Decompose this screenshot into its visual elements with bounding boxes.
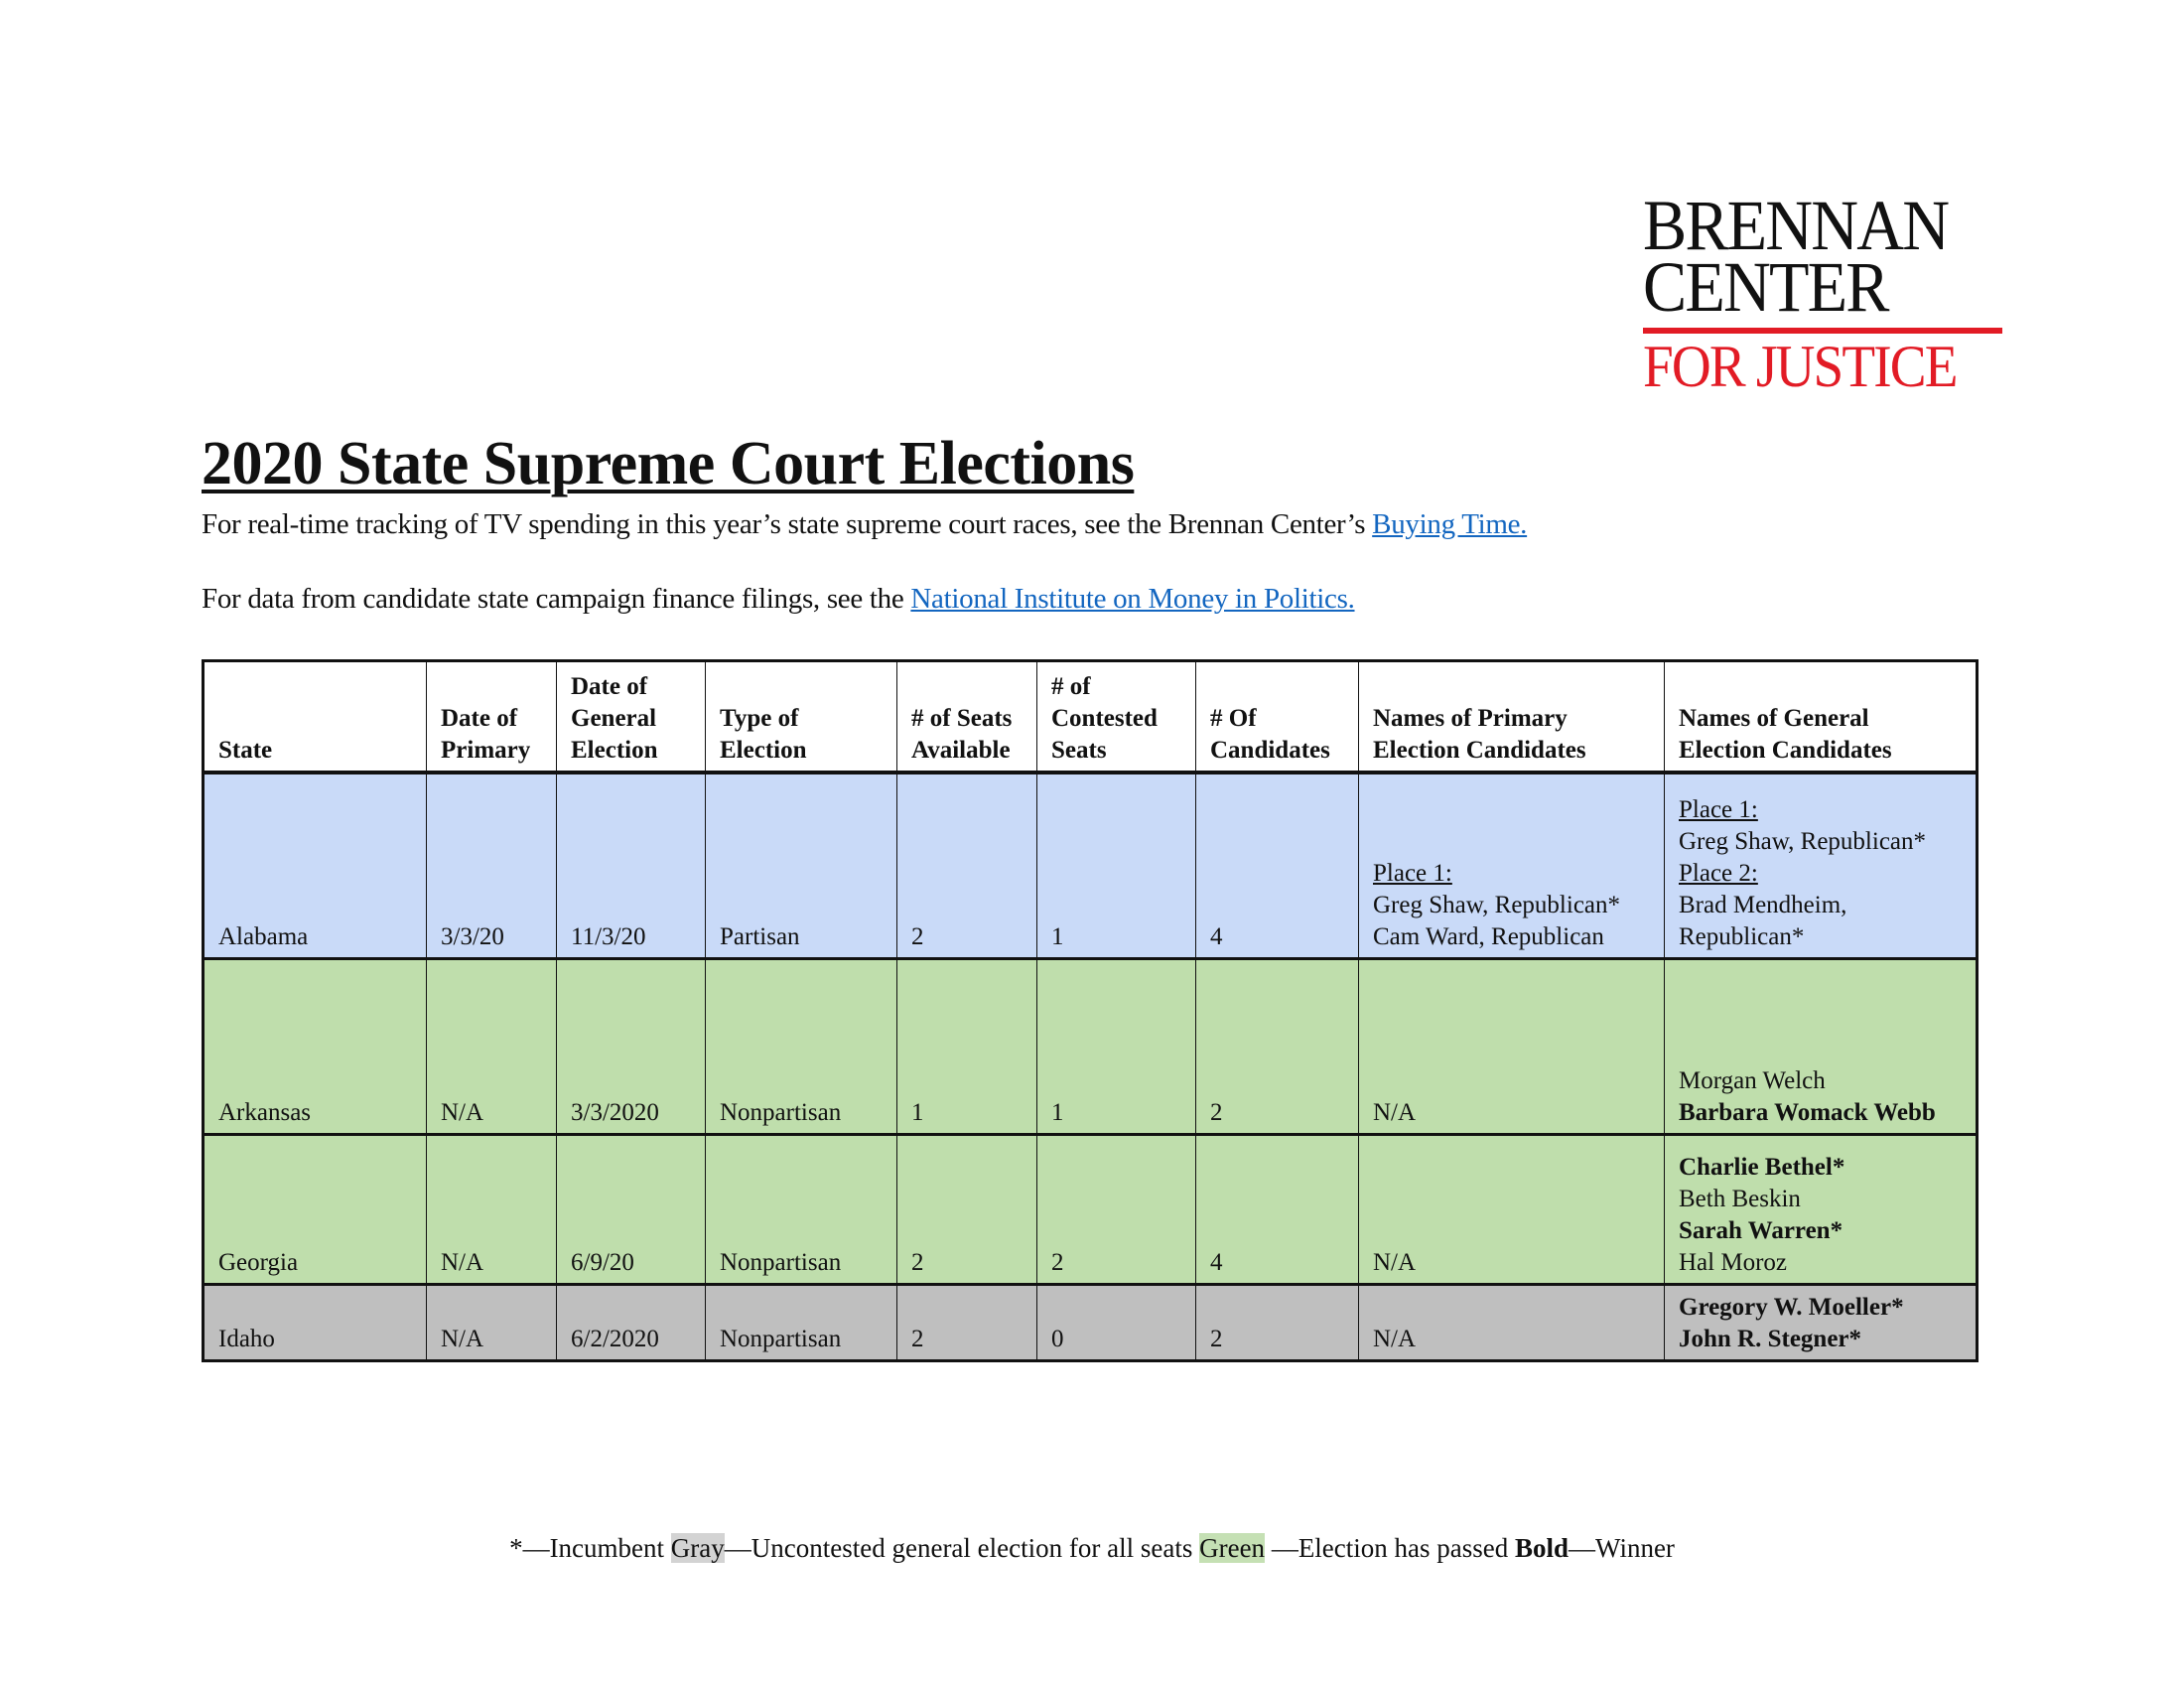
cell-general-date: 11/3/20 <box>556 772 706 959</box>
header-num-candidates: # Of Candidates <box>1195 660 1359 774</box>
header-date-of-general: Date of General Election <box>556 660 706 774</box>
cell-candidates: 2 <box>1195 1284 1359 1361</box>
table-row-alabama: Alabama 3/3/20 11/3/20 Partisan 2 1 4 Pl… <box>203 772 1978 959</box>
elections-table: State Date of Primary Date of General El… <box>202 659 1979 1362</box>
header-state: State <box>203 660 427 774</box>
legend-green-desc: —Election has passed <box>1265 1533 1516 1563</box>
cell-seats: 2 <box>896 1284 1037 1361</box>
cell-primary-date: N/A <box>426 1134 557 1285</box>
page-title: 2020 State Supreme Court Elections <box>202 430 1135 497</box>
cell-seats: 2 <box>896 1134 1037 1285</box>
intro-text-2: For data from candidate state campaign f… <box>202 583 911 615</box>
cell-general-names: Place 1: Greg Shaw, Republican* Place 2:… <box>1664 772 1978 959</box>
cell-state: Alabama <box>203 772 427 959</box>
cell-contested: 1 <box>1036 772 1196 959</box>
legend-bold-word: Bold <box>1515 1533 1570 1563</box>
cell-general-date: 6/2/2020 <box>556 1284 706 1361</box>
cell-general-date: 3/3/2020 <box>556 958 706 1135</box>
header-seats-available: # of Seats Available <box>896 660 1037 774</box>
cell-primary-names: N/A <box>1358 1134 1665 1285</box>
table-row-georgia: Georgia N/A 6/9/20 Nonpartisan 2 2 4 N/A… <box>203 1134 1978 1285</box>
cell-primary-date: N/A <box>426 1284 557 1361</box>
cell-state: Arkansas <box>203 958 427 1135</box>
logo-line-center: CENTER <box>1643 247 1889 327</box>
cell-candidates: 4 <box>1195 772 1359 959</box>
candidate-name: Cam Ward, Republican <box>1373 923 1604 950</box>
intro-paragraph-tv-spending: For real-time tracking of TV spending in… <box>202 508 1527 541</box>
cell-type: Nonpartisan <box>705 1134 897 1285</box>
header-contested-seats: # of Contested Seats <box>1036 660 1196 774</box>
header-primary-candidates: Names of Primary Election Candidates <box>1358 660 1665 774</box>
header-general-candidates: Names of General Election Candidates <box>1664 660 1978 774</box>
cell-seats: 1 <box>896 958 1037 1135</box>
legend-bold-desc: —Winner <box>1569 1533 1675 1563</box>
cell-state: Idaho <box>203 1284 427 1361</box>
logo-line-for-justice: FOR JUSTICE <box>1643 334 1958 399</box>
header-type-of-election: Type of Election <box>705 660 897 774</box>
table-row-arkansas: Arkansas N/A 3/3/2020 Nonpartisan 1 1 2 … <box>203 958 1978 1135</box>
cell-general-date: 6/9/20 <box>556 1134 706 1285</box>
table-row-idaho: Idaho N/A 6/2/2020 Nonpartisan 2 0 2 N/A… <box>203 1284 1978 1361</box>
intro-text-1: For real-time tracking of TV spending in… <box>202 508 1373 540</box>
cell-general-names: Charlie Bethel* Beth Beskin Sarah Warren… <box>1664 1134 1978 1285</box>
candidate-name-winner: Gregory W. Moeller* <box>1679 1294 1904 1321</box>
buying-time-link[interactable]: Buying Time. <box>1372 508 1527 540</box>
legend-gray-swatch: Gray <box>670 1533 725 1563</box>
cell-contested: 0 <box>1036 1284 1196 1361</box>
cell-contested: 1 <box>1036 958 1196 1135</box>
national-institute-link[interactable]: National Institute on Money in Politics. <box>910 583 1354 615</box>
place-1-label: Place 1: <box>1679 796 1758 823</box>
legend-gray-desc: —Uncontested general election for all se… <box>724 1533 1200 1563</box>
header-date-of-primary: Date of Primary <box>426 660 557 774</box>
candidate-name: Morgan Welch <box>1679 1067 1826 1094</box>
candidate-name-continued: Republican* <box>1679 923 1805 950</box>
cell-type: Nonpartisan <box>705 958 897 1135</box>
cell-contested: 2 <box>1036 1134 1196 1285</box>
candidate-name: Greg Shaw, Republican* <box>1679 828 1927 855</box>
cell-primary-date: 3/3/20 <box>426 772 557 959</box>
cell-state: Georgia <box>203 1134 427 1285</box>
cell-primary-names: Place 1: Greg Shaw, Republican* Cam Ward… <box>1358 772 1665 959</box>
candidate-name: Greg Shaw, Republican* <box>1373 892 1621 918</box>
place-2-label: Place 2: <box>1679 860 1758 887</box>
cell-primary-names: N/A <box>1358 958 1665 1135</box>
cell-candidates: 4 <box>1195 1134 1359 1285</box>
cell-general-names: Gregory W. Moeller* John R. Stegner* <box>1664 1284 1978 1361</box>
cell-candidates: 2 <box>1195 958 1359 1135</box>
candidate-name-winner: Charlie Bethel* <box>1679 1154 1845 1181</box>
intro-paragraph-campaign-finance: For data from candidate state campaign f… <box>202 583 1355 616</box>
cell-primary-date: N/A <box>426 958 557 1135</box>
candidate-name-winner: Sarah Warren* <box>1679 1217 1843 1244</box>
cell-primary-names: N/A <box>1358 1284 1665 1361</box>
cell-type: Partisan <box>705 772 897 959</box>
candidate-name: Hal Moroz <box>1679 1249 1787 1276</box>
candidate-name-winner: John R. Stegner* <box>1679 1326 1862 1352</box>
candidate-name-winner: Barbara Womack Webb <box>1679 1099 1936 1126</box>
cell-seats: 2 <box>896 772 1037 959</box>
place-1-label: Place 1: <box>1373 860 1452 887</box>
legend-footnote: *—Incumbent Gray—Uncontested general ele… <box>0 1533 2184 1564</box>
legend-incumbent: *—Incumbent <box>509 1533 671 1563</box>
cell-general-names: Morgan Welch Barbara Womack Webb <box>1664 958 1978 1135</box>
brennan-center-logo: BRENNAN CENTER FOR JUSTICE <box>1643 190 2010 399</box>
candidate-name: Brad Mendheim, <box>1679 892 1847 918</box>
candidate-name: Beth Beskin <box>1679 1186 1801 1212</box>
table-header-row: State Date of Primary Date of General El… <box>203 660 1978 774</box>
cell-type: Nonpartisan <box>705 1284 897 1361</box>
legend-green-swatch: Green <box>1199 1533 1266 1563</box>
